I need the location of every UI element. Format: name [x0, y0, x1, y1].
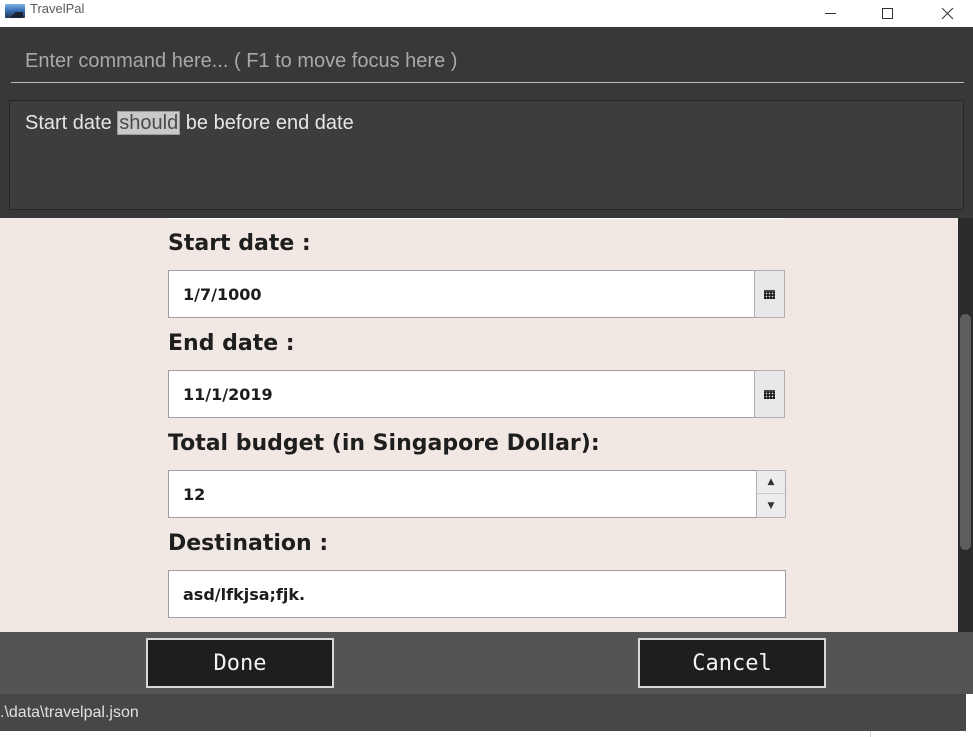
app-landscape-icon — [5, 4, 25, 18]
end-date-field[interactable] — [168, 370, 755, 418]
result-text-end: be before end date — [180, 112, 354, 134]
start-date-label: Start date : — [168, 231, 311, 256]
result-display-area: Start date should be before end date — [0, 93, 973, 218]
calendar-icon — [764, 289, 775, 299]
increment-button[interactable]: ▲ — [757, 471, 785, 494]
triangle-up-icon: ▲ — [767, 477, 775, 487]
form-divider — [168, 218, 785, 219]
budget-label: Total budget (in Singapore Dollar): — [168, 431, 600, 456]
command-box — [0, 27, 973, 93]
maximize-icon — [881, 8, 893, 19]
destination-label: Destination : — [168, 531, 329, 556]
budget-field[interactable] — [168, 470, 757, 518]
triangle-down-icon: ▼ — [767, 500, 775, 511]
cancel-button[interactable]: Cancel — [638, 638, 826, 688]
maximize-button[interactable] — [864, 0, 910, 27]
minimize-icon — [824, 13, 836, 14]
status-bar: .\data\travelpal.json — [0, 694, 973, 737]
close-icon — [941, 7, 953, 20]
close-button[interactable] — [924, 0, 970, 27]
title-bar: TravelPal — [0, 0, 973, 27]
status-divider — [870, 731, 871, 737]
action-bar: Done Cancel — [0, 632, 973, 694]
scrollbar-thumb[interactable] — [960, 314, 971, 550]
save-location: .\data\travelpal.json — [0, 704, 139, 721]
done-button[interactable]: Done — [146, 638, 334, 688]
destination-field[interactable] — [168, 570, 786, 618]
command-input[interactable] — [11, 41, 964, 83]
end-date-picker-button[interactable] — [754, 370, 785, 418]
minimize-button[interactable] — [807, 0, 853, 27]
start-date-field[interactable] — [168, 270, 755, 318]
budget-spinner: ▲ ▼ — [756, 470, 786, 518]
result-display[interactable]: Start date should be before end date — [9, 100, 964, 210]
decrement-button[interactable]: ▼ — [757, 494, 785, 517]
end-date-label: End date : — [168, 331, 295, 356]
trip-form: Start date : End date : Total budget (in… — [0, 218, 973, 632]
result-text-selection: should — [117, 111, 181, 135]
window-title: TravelPal — [30, 1, 85, 16]
calendar-icon — [764, 389, 775, 399]
status-bar-panel: .\data\travelpal.json — [0, 694, 966, 731]
start-date-picker-button[interactable] — [754, 270, 785, 318]
result-text-start: Start date — [25, 112, 118, 134]
result-message: Start date should be before end date — [25, 111, 354, 135]
